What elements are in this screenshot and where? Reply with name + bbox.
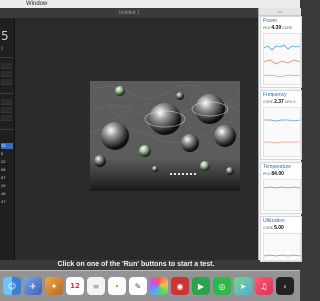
photos-icon[interactable] bbox=[150, 277, 168, 295]
safari-icon[interactable]: ✦ bbox=[45, 277, 63, 295]
result-value[interactable]: 22 bbox=[1, 159, 13, 165]
messages-icon[interactable]: ◎ bbox=[213, 277, 231, 295]
app-titlebar: Untitled 1 bbox=[0, 8, 258, 19]
temperature-panel-title: Temperature bbox=[263, 164, 292, 170]
result-value[interactable]: 6 bbox=[1, 151, 13, 157]
power-readout: PKG 4.39 CORE bbox=[263, 25, 293, 31]
monitor-window: ••• Power PKG 4.39 CORE Frequency CORE 2… bbox=[258, 8, 302, 262]
frequency-graph bbox=[263, 107, 301, 157]
result-value[interactable]: 08 bbox=[1, 167, 13, 173]
facetime-icon[interactable]: ▶ bbox=[192, 277, 210, 295]
music-icon[interactable]: ♫ bbox=[255, 277, 273, 295]
left-settings-panel: 5 ll 75 6 22 08 87 29 45 47 bbox=[0, 19, 15, 260]
dock: ☺ ✈ ✦ 12 ≡ • ✎ ◉ ▶ ◎ ➤ ♫ › bbox=[0, 270, 300, 301]
photobooth-icon[interactable]: ◉ bbox=[171, 277, 189, 295]
render-app-window: Untitled 1 5 ll 75 6 22 08 87 29 45 47 C… bbox=[0, 8, 258, 268]
power-panel: Power PKG 4.39 CORE bbox=[260, 16, 302, 88]
frequency-readout: CORE 2.37 GPU 0... bbox=[263, 99, 299, 105]
textedit-icon[interactable]: ✎ bbox=[129, 277, 147, 295]
result-value[interactable]: 45 bbox=[1, 191, 13, 197]
utilization-panel: Utilization CORE 5.00 bbox=[260, 216, 302, 262]
utilization-graph bbox=[263, 233, 301, 261]
menu-window[interactable]: Window bbox=[26, 0, 47, 8]
temperature-panel: Temperature PKG 84.00 bbox=[260, 162, 302, 214]
result-value[interactable]: 87 bbox=[1, 175, 13, 181]
result-value[interactable]: 47 bbox=[1, 199, 13, 205]
status-message: Click on one of the 'Run' buttons to sta… bbox=[57, 261, 215, 268]
setting-row[interactable] bbox=[1, 107, 12, 113]
calendar-icon[interactable]: 12 bbox=[66, 277, 84, 295]
utilization-readout: CORE 5.00 bbox=[263, 225, 284, 231]
divider bbox=[0, 93, 13, 94]
temperature-graph bbox=[263, 179, 301, 211]
divider bbox=[0, 57, 13, 58]
monitor-title: ••• bbox=[277, 9, 283, 14]
monitor-titlebar: ••• bbox=[259, 8, 301, 16]
finder-icon[interactable]: ☺ bbox=[3, 277, 21, 295]
power-panel-title: Power bbox=[263, 18, 278, 24]
setting-row[interactable] bbox=[1, 79, 12, 85]
power-graph bbox=[263, 33, 301, 85]
setting-row[interactable] bbox=[1, 63, 12, 69]
maps-icon[interactable]: ➤ bbox=[234, 277, 252, 295]
utilization-panel-title: Utilization bbox=[263, 218, 285, 224]
result-value[interactable]: 75 bbox=[1, 143, 13, 149]
left-panel-sublabel: ll bbox=[1, 46, 4, 51]
notes-icon[interactable]: ≡ bbox=[87, 277, 105, 295]
launchpad-icon[interactable]: ✈ bbox=[24, 277, 42, 295]
reminders-icon[interactable]: • bbox=[108, 277, 126, 295]
divider bbox=[0, 129, 13, 130]
setting-row[interactable] bbox=[1, 99, 12, 105]
frequency-panel: Frequency CORE 2.37 GPU 0... bbox=[260, 90, 302, 160]
setting-row[interactable] bbox=[1, 115, 12, 121]
render-preview-image bbox=[90, 81, 240, 191]
terminal-icon[interactable]: › bbox=[276, 277, 294, 295]
setting-row[interactable] bbox=[1, 71, 12, 77]
temperature-readout: PKG 84.00 bbox=[263, 171, 284, 177]
result-value[interactable]: 29 bbox=[1, 183, 13, 189]
window-title: Untitled 1 bbox=[118, 10, 140, 16]
frequency-panel-title: Frequency bbox=[263, 92, 287, 98]
left-panel-score: 5 bbox=[1, 29, 9, 43]
